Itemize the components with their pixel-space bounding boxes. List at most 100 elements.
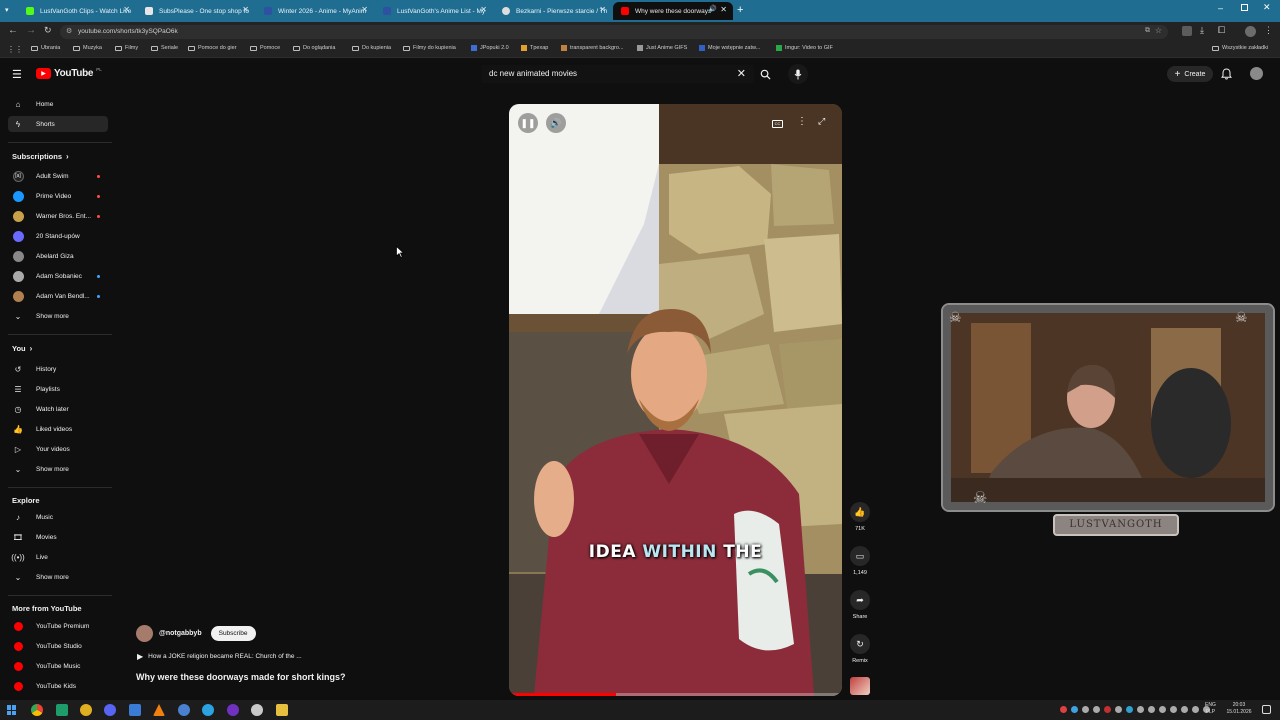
sidebar-item-youtube-studio[interactable]: YouTube Studio [8, 638, 108, 654]
search-button[interactable] [756, 65, 774, 83]
sound-thumbnail[interactable] [850, 677, 870, 695]
subscription-adam-sobaniec[interactable]: Adam Sobaniec [8, 268, 108, 284]
menu-icon[interactable]: ⋮ [1264, 25, 1273, 36]
tray-icon[interactable] [1137, 706, 1144, 713]
star-icon[interactable]: ☆ [1155, 26, 1162, 35]
chrome-icon[interactable] [31, 704, 43, 716]
fullscreen-icon[interactable]: ⤢ [818, 116, 825, 127]
tab-youtube-active[interactable]: Why were these doorways 🔊 ✕ [613, 2, 733, 20]
subscribe-button[interactable]: Subscribe [210, 626, 256, 641]
subscription-adult-swim[interactable]: [a] Adult Swim [8, 168, 108, 184]
sidebar-item-liked-videos[interactable]: 👍 Liked videos [8, 421, 108, 437]
clock[interactable]: 20:03 15.01.2026 [1225, 702, 1253, 716]
tray-icon[interactable] [1159, 706, 1166, 713]
subscriptions-header[interactable]: Subscriptions › [12, 152, 69, 161]
tray-icon[interactable] [1082, 706, 1089, 713]
sidebar-item-shorts[interactable]: ϟ Shorts [8, 116, 108, 132]
bookmark-folder[interactable]: Filmy [115, 45, 138, 51]
create-button[interactable]: + Create [1167, 66, 1213, 82]
close-icon[interactable]: ✕ [599, 5, 606, 14]
account-avatar[interactable] [1250, 67, 1263, 80]
notifications-center-icon[interactable] [1262, 705, 1271, 714]
steam-icon[interactable] [251, 704, 263, 716]
subscription-warner-bros[interactable]: Warner Bros. Ent... [8, 208, 108, 224]
tray-icon[interactable] [1071, 706, 1078, 713]
bookmark-folder[interactable]: Filmy do kupienia [403, 45, 456, 51]
bookmark-link[interactable]: transparent backgro... [561, 45, 624, 51]
subscription-prime-video[interactable]: Prime Video [8, 188, 108, 204]
app-icon[interactable] [80, 704, 92, 716]
sidebar-item-live[interactable]: ((•)) Live [8, 549, 108, 565]
file-explorer-icon[interactable] [276, 704, 288, 716]
pause-button[interactable]: ❚❚ [518, 113, 538, 133]
bookmark-folder[interactable]: Muzyka [73, 45, 102, 51]
sidebar-item-history[interactable]: ↺ History [8, 361, 108, 377]
close-icon[interactable]: ✕ [720, 5, 727, 14]
install-icon[interactable]: ⧉ [1145, 27, 1150, 35]
bookmark-folder[interactable]: Pomoce do gier [188, 45, 237, 51]
tray-icon[interactable] [1148, 706, 1155, 713]
browser-icon[interactable] [178, 704, 190, 716]
sidebar-item-home[interactable]: ⌂ Home [8, 96, 108, 112]
youtube-logo[interactable]: ▶ YouTube PL [36, 67, 102, 79]
speaker-icon[interactable]: 🔊 [708, 5, 717, 13]
captions-icon[interactable]: CC [772, 120, 783, 128]
obs-icon[interactable] [227, 704, 239, 716]
tray-icon[interactable] [1170, 706, 1177, 713]
telegram-icon[interactable] [202, 704, 214, 716]
terminal-icon[interactable] [56, 704, 68, 716]
more-options-icon[interactable]: ⋮ [797, 116, 807, 127]
clear-search-icon[interactable]: ✕ [737, 67, 746, 80]
tray-icon[interactable] [1060, 706, 1067, 713]
tray-icon[interactable] [1181, 706, 1188, 713]
tab-subsplease[interactable]: SubsPlease - One stop shop fo ✕ [137, 2, 255, 20]
downloads-icon[interactable]: ⤓ [1200, 25, 1204, 36]
close-window-button[interactable]: ✕ [1263, 2, 1271, 13]
channel-name[interactable]: @notgabbyb [159, 630, 202, 637]
tray-icon[interactable] [1104, 706, 1111, 713]
share-button[interactable]: ➦ [850, 590, 870, 610]
tray-icon[interactable] [1093, 706, 1100, 713]
bookmark-link[interactable]: Moje wstępnie zatw... [699, 45, 760, 51]
comments-button[interactable]: ▭ [850, 546, 870, 566]
sidebar-item-youtube-music[interactable]: YouTube Music [8, 658, 108, 674]
like-button[interactable]: 👍 [850, 502, 870, 522]
sidebar-item-playlists[interactable]: ☰ Playlists [8, 381, 108, 397]
forward-icon[interactable]: → [26, 25, 36, 36]
notifications-button[interactable] [1220, 67, 1233, 85]
profile-avatar[interactable] [1245, 26, 1256, 37]
you-header[interactable]: You › [12, 344, 32, 353]
bookmark-link[interactable]: Just Anime GIFS [637, 45, 687, 51]
tray-icon[interactable] [1192, 706, 1199, 713]
sidebar-item-youtube-kids[interactable]: YouTube Kids [8, 678, 108, 694]
extensions-icon[interactable]: ⧠ [1218, 25, 1225, 36]
voice-search-button[interactable] [788, 64, 808, 84]
bookmark-folder[interactable]: Do oglądania [293, 45, 335, 51]
tab-myanimelist-winter[interactable]: Winter 2026 - Anime - MyAnim ✕ [256, 2, 374, 20]
tray-icon[interactable] [1126, 706, 1133, 713]
windows-start-icon[interactable] [7, 705, 17, 715]
progress-bar[interactable] [509, 693, 842, 696]
shorts-video-player[interactable]: ❚❚ 🔊 CC ⋮ ⤢ IDEA WITHIN THE [509, 104, 842, 696]
sidebar-item-youtube-premium[interactable]: YouTube Premium [8, 618, 108, 634]
tab-myanimelist-list[interactable]: LustVanGoth's Anime List - My ✕ [375, 2, 493, 20]
sidebar-item-movies[interactable]: 🎞 Movies [8, 529, 108, 545]
bookmark-folder[interactable]: Seriale [151, 45, 178, 51]
bookmark-folder[interactable]: Ubrania [31, 45, 60, 51]
bookmark-link[interactable]: Tpexap [521, 45, 548, 51]
minimize-button[interactable]: – [1218, 3, 1223, 13]
extension-icon[interactable] [1182, 26, 1192, 36]
sidebar-item-music[interactable]: ♪ Music [8, 509, 108, 525]
subscription-abelard-giza[interactable]: Abelard Giza [8, 248, 108, 264]
search-box[interactable]: ✕ [482, 65, 754, 83]
hamburger-menu-icon[interactable]: ☰ [12, 68, 22, 81]
all-bookmarks[interactable]: Wszystkie zakładki [1212, 45, 1268, 51]
vlc-icon[interactable] [153, 704, 165, 716]
tab-search-icon[interactable]: ▾ [5, 6, 15, 16]
tray-icon[interactable] [1115, 706, 1122, 713]
tab-kick[interactable]: LustVanGoth Clips - Watch Live ✕ [18, 2, 136, 20]
sidebar-item-your-videos[interactable]: ▷ Your videos [8, 441, 108, 457]
discord-icon[interactable] [104, 704, 116, 716]
apps-icon[interactable]: ⋮⋮ [7, 45, 23, 54]
site-info-icon[interactable]: ⚙ [66, 27, 72, 35]
